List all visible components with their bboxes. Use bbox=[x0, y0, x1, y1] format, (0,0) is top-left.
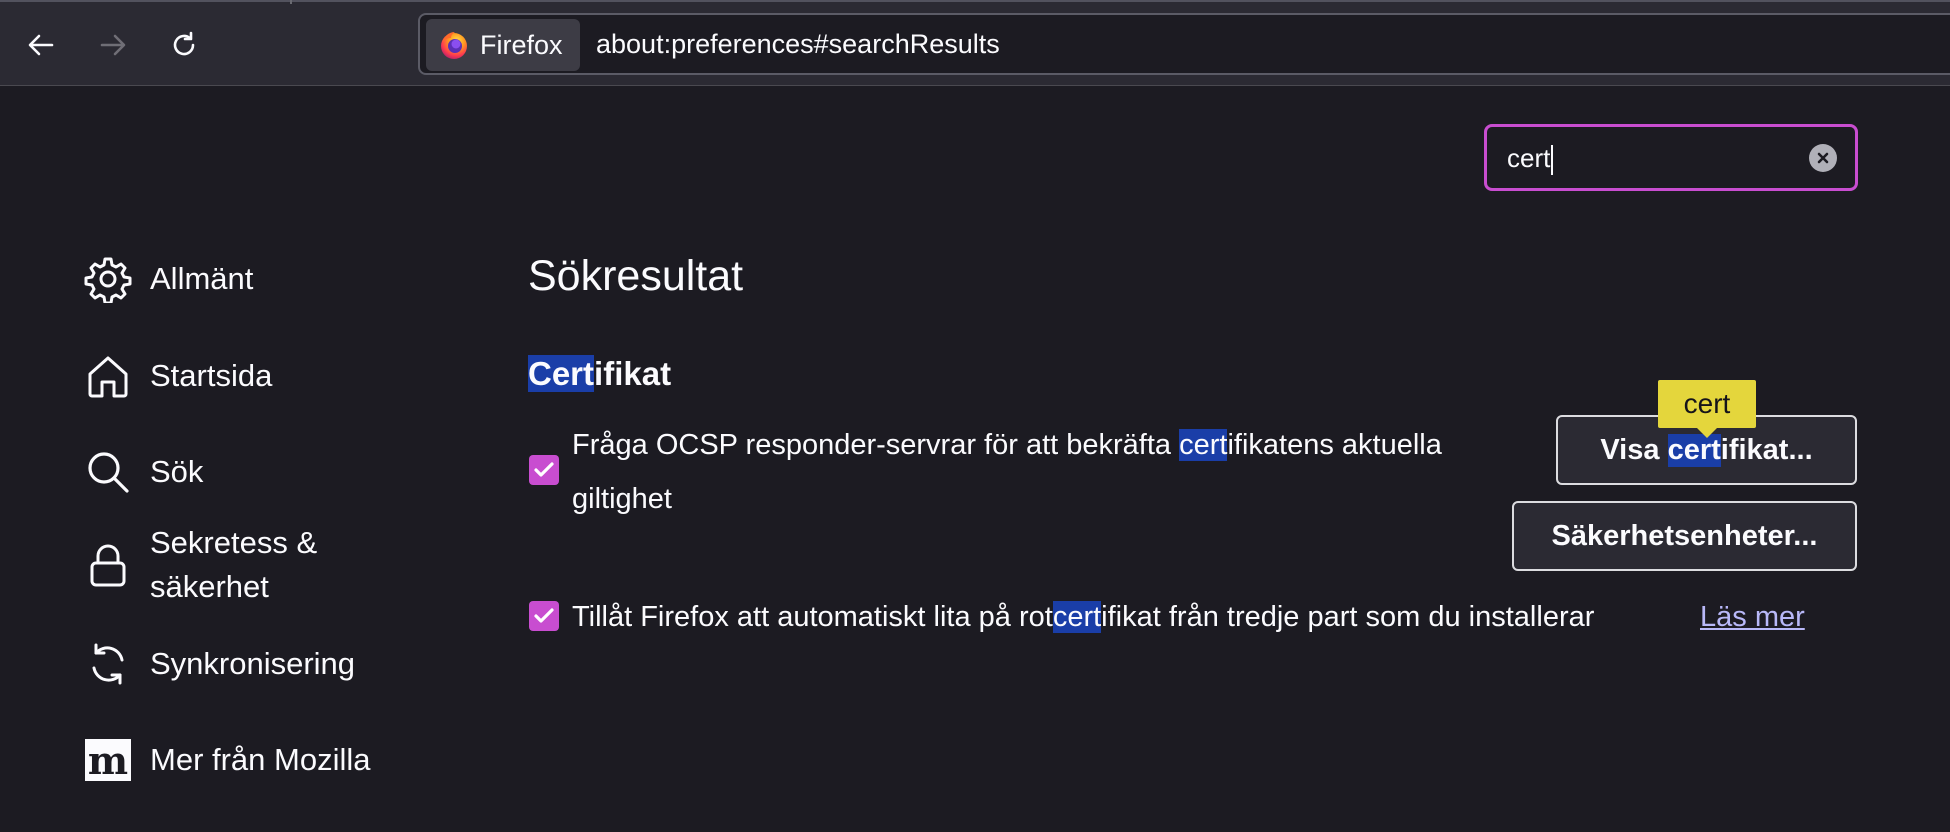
search-highlight: cert bbox=[1052, 601, 1102, 633]
search-icon bbox=[80, 444, 136, 500]
tab-divider bbox=[290, 0, 292, 4]
sidebar-item-label: Allmänt bbox=[150, 261, 254, 296]
clear-search-button[interactable] bbox=[1809, 144, 1837, 172]
tab-strip-edge bbox=[0, 0, 1950, 2]
sidebar-item-more-from-mozilla[interactable]: m Mer från Mozilla bbox=[80, 732, 371, 788]
arrow-right-icon bbox=[100, 34, 126, 56]
checkmark-icon bbox=[534, 608, 554, 623]
reload-icon bbox=[173, 31, 195, 56]
sidebar-item-label: Sök bbox=[150, 454, 204, 489]
button-text-1: Visa bbox=[1600, 433, 1668, 466]
search-value: cert bbox=[1507, 143, 1554, 176]
reload-button[interactable] bbox=[161, 22, 207, 68]
lock-icon bbox=[80, 537, 136, 593]
section-title-rest: ifikat bbox=[594, 355, 672, 392]
label-line-2: säkerhet bbox=[150, 569, 269, 604]
sidebar-item-label: Synkronisering bbox=[150, 646, 356, 681]
button-text-2: ifikat... bbox=[1720, 433, 1813, 466]
ocsp-text-3: giltighet bbox=[572, 483, 672, 515]
search-highlight: Cert bbox=[528, 355, 595, 392]
label-line-1: Sekretess & bbox=[150, 525, 318, 560]
url-bar[interactable]: Firefox about:preferences#searchResults bbox=[418, 13, 1950, 75]
sidebar-item-search[interactable]: Sök bbox=[80, 444, 203, 500]
ocsp-checkbox[interactable] bbox=[529, 455, 559, 485]
gear-icon bbox=[80, 251, 136, 307]
third-party-text-2: ifikat från tredje part som du installer… bbox=[1101, 601, 1595, 633]
text-caret bbox=[1551, 145, 1554, 176]
search-highlight: cert bbox=[1667, 433, 1721, 467]
checkmark-icon bbox=[534, 462, 554, 477]
svg-text:m: m bbox=[88, 738, 128, 783]
tooltip-arrow bbox=[1697, 428, 1717, 438]
third-party-certs-checkbox[interactable] bbox=[529, 601, 559, 631]
browser-toolbar: Firefox about:preferences#searchResults bbox=[0, 0, 1950, 86]
third-party-text-1: Tillåt Firefox att automatiskt lita på r… bbox=[572, 601, 1053, 633]
arrow-left-icon bbox=[28, 34, 54, 56]
ocsp-text-2: ifikatens aktuella bbox=[1227, 429, 1442, 461]
security-devices-button[interactable]: Säkerhetsenheter... bbox=[1512, 501, 1857, 571]
sidebar-item-home[interactable]: Startsida bbox=[80, 348, 272, 404]
settings-search-input[interactable]: cert bbox=[1484, 124, 1858, 191]
section-title-certificates: Certifikat bbox=[528, 355, 671, 393]
learn-more-link[interactable]: Läs mer bbox=[1700, 590, 1805, 644]
ocsp-text-1: Fråga OCSP responder-servrar för att bek… bbox=[572, 429, 1180, 461]
sync-icon bbox=[80, 636, 136, 692]
firefox-logo-icon bbox=[441, 32, 467, 59]
sidebar-item-label: Mer från Mozilla bbox=[150, 742, 371, 777]
home-icon bbox=[80, 348, 136, 404]
sidebar-item-sync[interactable]: Synkronisering bbox=[80, 636, 355, 692]
sidebar-item-label: Startsida bbox=[150, 358, 273, 393]
mozilla-icon: m bbox=[80, 732, 136, 788]
button-label: Säkerhetsenheter... bbox=[1551, 519, 1818, 552]
third-party-certs-label[interactable]: Tillåt Firefox att automatiskt lita på r… bbox=[572, 590, 1594, 644]
sidebar-item-general[interactable]: Allmänt bbox=[80, 251, 253, 307]
sidebar-item-privacy[interactable]: Sekretess & säkerhet bbox=[80, 521, 317, 609]
close-icon bbox=[1817, 152, 1829, 164]
back-button[interactable] bbox=[18, 22, 64, 68]
page-title: Sökresultat bbox=[528, 252, 744, 300]
forward-button[interactable] bbox=[90, 22, 136, 68]
identity-box[interactable]: Firefox bbox=[426, 19, 580, 71]
search-tooltip: cert bbox=[1658, 380, 1756, 428]
identity-label: Firefox bbox=[480, 29, 563, 60]
search-highlight: cert bbox=[1179, 429, 1228, 461]
url-text[interactable]: about:preferences#searchResults bbox=[596, 29, 1000, 60]
sidebar-item-label: Sekretess & säkerhet bbox=[150, 521, 317, 609]
ocsp-label[interactable]: Fråga OCSP responder-servrar för att bek… bbox=[572, 418, 1442, 526]
